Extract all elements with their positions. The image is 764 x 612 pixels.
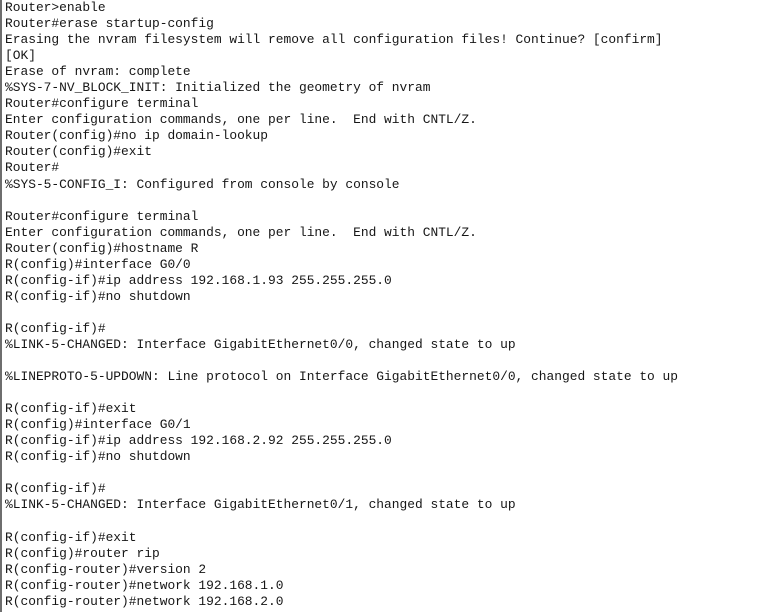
console-line: [OK] (5, 48, 36, 64)
console-line: Erasing the nvram filesystem will remove… (5, 32, 663, 48)
console-line: Router# (5, 160, 60, 176)
console-line: %LINEPROTO-5-UPDOWN: Line protocol on In… (5, 369, 679, 385)
console-line: Router(config)#hostname R (5, 240, 199, 256)
console-line: Router#configure terminal (5, 208, 199, 224)
terminal-left-border (0, 0, 2, 612)
console-line: R(config)#interface G0/0 (5, 256, 191, 272)
console-line: R(config-if)#ip address 192.168.1.93 255… (5, 272, 392, 288)
console-line: %LINK-5-CHANGED: Interface GigabitEthern… (5, 497, 516, 513)
console-line: Erase of nvram: complete (5, 64, 191, 80)
console-line: R(config-if)#no shutdown (5, 449, 191, 465)
console-line: Router#configure terminal (5, 96, 199, 112)
console-line: %SYS-7-NV_BLOCK_INIT: Initialized the ge… (5, 80, 431, 96)
console-line: R(config-router)#network 192.168.2.0 (5, 593, 284, 609)
console-line: R(config-router)#version 2 (5, 561, 207, 577)
console-line: R(config-if)# (5, 320, 106, 336)
console-output[interactable]: Router>enable Router#erase startup-config… (5, 0, 764, 610)
console-line: R(config-if)#no shutdown (5, 288, 191, 304)
console-line: Router(config)#exit (5, 144, 152, 160)
console-line: R(config-if)#ip address 192.168.2.92 255… (5, 433, 392, 449)
console-line: Enter configuration commands, one per li… (5, 112, 477, 128)
console-line: R(config-router)#network 192.168.1.0 (5, 577, 284, 593)
console-line: Router#erase startup-config (5, 16, 214, 32)
terminal-window[interactable]: Router>enable Router#erase startup-config… (0, 0, 764, 612)
console-line: Enter configuration commands, one per li… (5, 224, 477, 240)
console-line: R(config-if)#exit (5, 529, 137, 545)
console-line: %SYS-5-CONFIG_I: Configured from console… (5, 176, 400, 192)
console-line: R(config)#router rip (5, 545, 160, 561)
console-line: R(config)#interface G0/1 (5, 417, 191, 433)
console-line: %LINK-5-CHANGED: Interface GigabitEthern… (5, 336, 516, 352)
console-line: R(config-if)# (5, 481, 106, 497)
console-line: Router>enable (5, 0, 106, 15)
console-line: Router(config)#no ip domain-lookup (5, 128, 269, 144)
console-line: R(config-if)#exit (5, 401, 137, 417)
